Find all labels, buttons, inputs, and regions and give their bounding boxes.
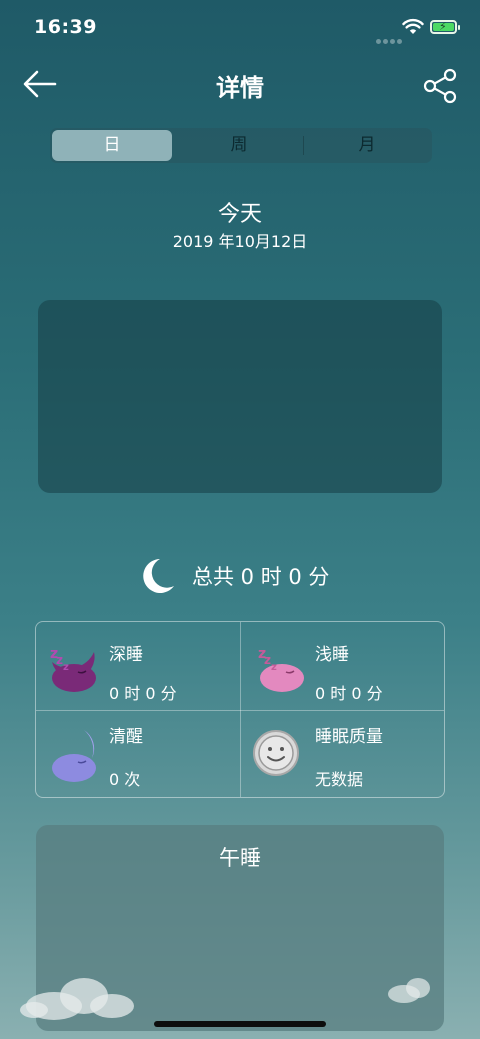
- awake-value: 0 次: [109, 770, 141, 789]
- nap-title: 午睡: [219, 846, 261, 870]
- sleep-stats-grid: z z z 深睡 0 时 0 分 z z z 浅睡 0 时 0 分 清醒 0 次…: [35, 621, 445, 798]
- smiley-icon: [253, 730, 299, 776]
- page-title: 详情: [216, 74, 264, 102]
- home-indicator[interactable]: [154, 1021, 326, 1027]
- awake-title: 清醒: [109, 727, 143, 747]
- light-sleep-value: 0 时 0 分: [315, 684, 383, 703]
- date-label: 2019 年10月12日: [172, 232, 308, 251]
- deep-sleep-moon-icon: z z z: [45, 646, 97, 692]
- light-sleep-moon-icon: z z z: [253, 646, 305, 692]
- battery-icon: ⚡: [430, 20, 460, 34]
- moon-icon: [143, 559, 174, 593]
- share-button[interactable]: [420, 66, 460, 106]
- share-icon: [423, 68, 457, 104]
- sleep-chart-panel: [38, 300, 442, 493]
- total-sleep-label: 总共 0 时 0 分: [192, 565, 330, 589]
- tab-week[interactable]: 周: [176, 128, 302, 163]
- sleep-quality-title: 睡眠质量: [315, 727, 383, 747]
- sleep-quality-value: 无数据: [315, 770, 364, 789]
- cellular-signal-icon: [376, 29, 404, 48]
- awake-moon-icon: [45, 730, 97, 782]
- svg-text:z: z: [63, 662, 69, 673]
- status-time: 16:39: [34, 16, 97, 38]
- svg-text:z: z: [56, 653, 63, 667]
- cloud-decoration: [20, 978, 134, 1020]
- deep-sleep-title: 深睡: [109, 645, 143, 665]
- day-label: 今天: [217, 202, 262, 227]
- light-sleep-title: 浅睡: [315, 645, 349, 665]
- deep-sleep-value: 0 时 0 分: [109, 684, 177, 703]
- grid-divider-horizontal: [36, 710, 444, 711]
- svg-text:z: z: [264, 653, 271, 667]
- wifi-icon: [402, 18, 424, 34]
- cloud-decoration-small: [388, 978, 430, 1003]
- tab-day[interactable]: 日: [52, 130, 172, 161]
- period-segmented-control: 日 周 月: [50, 128, 432, 163]
- tab-month[interactable]: 月: [304, 128, 430, 163]
- svg-text:z: z: [271, 662, 277, 673]
